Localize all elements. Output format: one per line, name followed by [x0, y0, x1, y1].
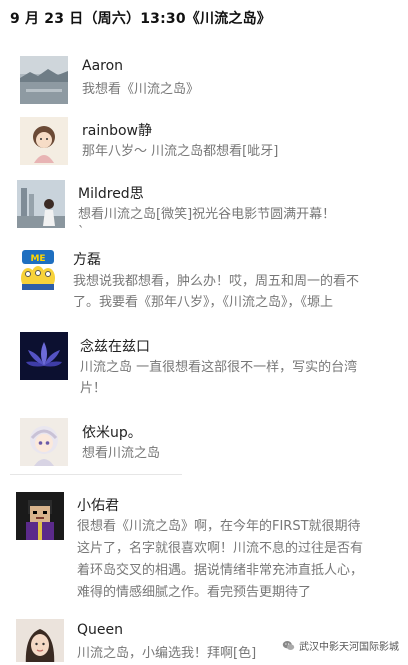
comment-author[interactable]: Aaron — [82, 58, 123, 74]
comment-author[interactable]: Mildred思 — [78, 183, 144, 203]
woman-photo-avatar[interactable] — [16, 619, 64, 662]
comment-text: 想看川流之岛[微笑]祝光谷电影节圆满开幕！ — [78, 207, 336, 222]
comment-author[interactable]: 小佑君 — [77, 495, 119, 515]
comment-text: 想看川流之岛 — [82, 446, 161, 461]
comment-text: 这片了，名字就很喜欢啊！川流不息的过往是否有 — [77, 541, 364, 556]
watermark-text: 武汉中影天河国际影城 — [299, 642, 399, 653]
city-photo-avatar[interactable] — [17, 180, 65, 228]
comment-text: 着环岛交叉的相遇。据说情绪非常充沛直抵人心， — [77, 563, 364, 578]
comment-author[interactable]: 方磊 — [73, 249, 101, 269]
comment-text: 川流之岛 一直很想看这部很不一样，写实的台湾 — [80, 360, 358, 375]
comment-author[interactable]: Queen — [77, 622, 123, 638]
lotus-avatar[interactable] — [20, 332, 68, 380]
lake-avatar[interactable] — [20, 56, 68, 104]
divider — [10, 474, 182, 475]
comment-text: 那年八岁～ 川流之岛都想看[呲牙] — [82, 144, 279, 159]
wechat-icon — [282, 641, 295, 650]
comment-text: 很想看《川流之岛》啊，在今年的FIRST就很期待 — [77, 519, 361, 534]
comment-text: 川流之岛，小编选我！拜啊[色] — [77, 646, 257, 661]
comment-text: 片！ — [80, 381, 107, 396]
comment-text: ` — [78, 225, 85, 240]
anime-girl-avatar[interactable] — [20, 418, 68, 466]
comment-author[interactable]: 依米up。 — [82, 422, 142, 442]
svg-text:ME: ME — [30, 254, 45, 264]
comment-text: 了。我要看《那年八岁》，《川流之岛》，《塬上 — [73, 295, 334, 310]
page-title: 9 月 23 日（周六）13:30《川流之岛》 — [10, 11, 272, 27]
comment-text: 难得的情感细腻之作。看完预告更期待了 — [77, 585, 312, 600]
minions-avatar[interactable]: ME — [14, 244, 62, 292]
comment-text: 我想看《川流之岛》 — [82, 82, 200, 97]
pixel-character-avatar[interactable] — [16, 492, 64, 540]
comment-author[interactable]: 念兹在兹口 — [80, 336, 150, 356]
comment-text: 我想说我都想看，肿么办！哎，周五和周一的看不 — [73, 274, 360, 289]
cartoon-girl-avatar[interactable] — [20, 117, 68, 165]
comment-author[interactable]: rainbow静 — [82, 120, 152, 140]
watermark: 武汉中影天河国际影城 — [279, 637, 402, 654]
